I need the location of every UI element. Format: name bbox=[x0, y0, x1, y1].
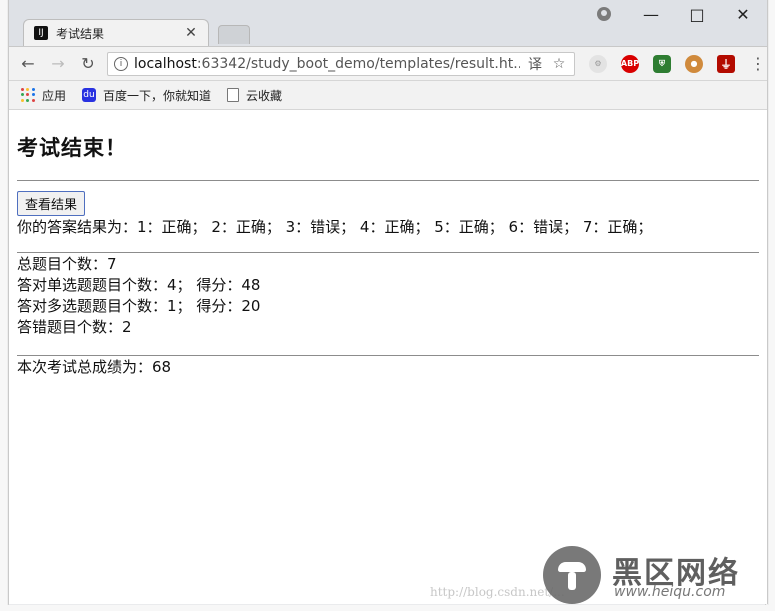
apps-icon bbox=[21, 88, 35, 102]
extension-placeholder-icon[interactable]: ⚙ bbox=[589, 54, 607, 73]
bookmarks-bar: 应用 du 百度一下，你就知道 云收藏 bbox=[9, 81, 767, 110]
title-bar: IJ 考试结果 ✕ — □ ✕ bbox=[9, 0, 767, 47]
close-icon: ✕ bbox=[736, 4, 750, 24]
bookmark-cloud-label: 云收藏 bbox=[246, 88, 283, 103]
intellij-icon: IJ bbox=[34, 26, 48, 40]
bookmark-apps-label: 应用 bbox=[42, 88, 67, 103]
pdf-icon[interactable]: ⏚ bbox=[717, 54, 735, 73]
bookmark-cloud[interactable]: 云收藏 bbox=[227, 87, 282, 104]
answer-result-text: 你的答案结果为：1：正确； 2：正确； 3：错误； 4：正确； 5：正确； 6：… bbox=[17, 218, 653, 236]
folder-icon bbox=[227, 88, 240, 102]
url-host: localhost bbox=[134, 55, 197, 72]
view-result-button[interactable]: 查看结果 bbox=[17, 191, 86, 216]
reload-icon: ↻ bbox=[81, 54, 95, 73]
abp-icon[interactable]: ABP bbox=[621, 54, 639, 73]
tab-exam-result[interactable]: IJ 考试结果 ✕ bbox=[23, 19, 209, 46]
wrong-count-text: 答错题目个数：2 bbox=[17, 318, 132, 336]
watermark-logo-subtext: www.heiqu.com bbox=[614, 584, 726, 600]
watermark-url: http://blog.csdn.net/... bbox=[430, 585, 565, 599]
profile-icon[interactable] bbox=[597, 7, 611, 21]
back-button[interactable]: ← bbox=[17, 53, 39, 75]
page-title: 考试结束！ bbox=[17, 136, 127, 160]
bookmark-apps[interactable]: 应用 bbox=[21, 87, 66, 104]
new-tab-button[interactable] bbox=[218, 25, 250, 44]
forward-arrow-icon: → bbox=[51, 54, 65, 73]
info-icon[interactable]: i bbox=[114, 56, 128, 71]
page-content: 考试结束！ 查看结果 你的答案结果为：1：正确； 2：正确； 3：错误； 4：正… bbox=[9, 132, 767, 377]
maximize-icon: □ bbox=[689, 4, 705, 24]
single-choice-score-text: 答对单选题题目个数：4； 得分：48 bbox=[17, 276, 261, 294]
cookie-icon[interactable]: ● bbox=[685, 54, 703, 73]
close-tab-icon[interactable]: ✕ bbox=[184, 26, 198, 40]
url-text[interactable]: localhost:63342/study_boot_demo/template… bbox=[134, 56, 520, 72]
background-window-bottom bbox=[0, 605, 775, 611]
baidu-icon: du bbox=[82, 88, 97, 102]
minimize-icon: — bbox=[643, 4, 659, 24]
ublock-icon[interactable]: ⛨ bbox=[653, 54, 671, 73]
total-questions-text: 总题目个数：7 bbox=[17, 255, 117, 273]
bookmark-star-icon[interactable]: ☆ bbox=[550, 55, 568, 73]
chrome-menu-icon[interactable]: ⋮ bbox=[749, 54, 767, 73]
maximize-button[interactable]: □ bbox=[675, 0, 719, 28]
address-bar[interactable]: i localhost:63342/study_boot_demo/templa… bbox=[107, 51, 575, 76]
close-window-button[interactable]: ✕ bbox=[721, 0, 765, 28]
back-arrow-icon: ← bbox=[21, 54, 35, 73]
forward-button[interactable]: → bbox=[47, 53, 69, 75]
browser-toolbar: ← → ↻ i localhost:63342/study_boot_demo/… bbox=[9, 47, 767, 81]
bookmark-baidu[interactable]: du 百度一下，你就知道 bbox=[82, 87, 211, 104]
tab-title: 考试结果 bbox=[56, 26, 105, 41]
translate-icon[interactable]: 译 bbox=[526, 55, 544, 73]
final-score-text: 本次考试总成绩为：68 bbox=[17, 358, 172, 376]
reload-button[interactable]: ↻ bbox=[77, 53, 99, 75]
browser-window: IJ 考试结果 ✕ — □ ✕ ← → ↻ i localhost:63342/… bbox=[8, 0, 768, 604]
multi-choice-score-text: 答对多选题题目个数：1； 得分：20 bbox=[17, 297, 261, 315]
divider-top bbox=[17, 180, 759, 181]
watermark-logo-icon bbox=[543, 546, 601, 604]
bookmark-baidu-label: 百度一下，你就知道 bbox=[103, 88, 212, 103]
url-path: :63342/study_boot_demo/templates/result.… bbox=[196, 55, 520, 72]
minimize-button[interactable]: — bbox=[629, 0, 673, 28]
